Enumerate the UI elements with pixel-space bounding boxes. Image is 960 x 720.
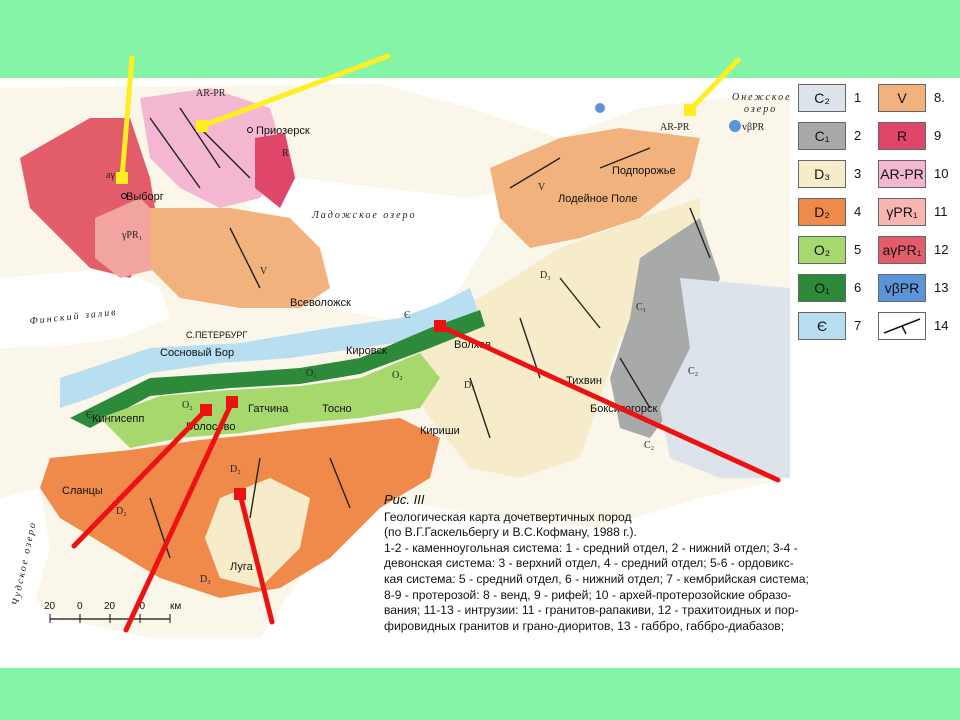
caption-line: девонская система: 3 - верхний отдел, 4 … [384, 556, 794, 571]
unit-label-c2: C₂ [644, 440, 654, 451]
place-priozersk: Приозерск [256, 125, 310, 137]
caption-line: кая система: 5 - средний отдел, 6 - нижн… [384, 571, 809, 586]
unit-label-r: R [282, 148, 289, 159]
place-lodeynoe-pole: Лодейное Поле [558, 193, 637, 205]
slide: Приозерск Выборг Подпорожье Лодейное Пол… [0, 0, 960, 720]
legend-number: 6 [854, 280, 862, 295]
legend-swatch: O₂ [798, 236, 846, 264]
legend-swatch: C₂ [798, 84, 846, 112]
geology-map-panel: Приозерск Выборг Подпорожье Лодейное Пол… [0, 78, 960, 668]
legend-number: 7 [854, 318, 862, 333]
caption-line: (по В.Г.Гаскельбергу и В.С.Кофману, 1988… [384, 525, 637, 540]
water-onega-1: Онежское [732, 92, 792, 103]
unit-label-ar-pr-short: AR-PR [660, 122, 690, 133]
unit-label-c2: C₂ [688, 366, 698, 377]
caption-line: фировидных гранитов и грано-диоритов, 13… [384, 618, 785, 633]
legend-swatch: γPR₁ [878, 198, 926, 226]
legend-number: 9 [934, 128, 942, 143]
place-vsevolozhsk: Всеволожск [290, 297, 351, 309]
legend-swatch: O₁ [798, 274, 846, 302]
unit-label-o2: O₂ [392, 370, 403, 381]
unit-label-o2: O₂ [182, 400, 193, 411]
caption-line: вания; 11-13 - интрузии: 11 - гранитов-р… [384, 603, 799, 618]
unit-label-c1: C₁ [636, 302, 646, 313]
place-volosovo: Волосово [186, 421, 235, 433]
unit-label-v: V [260, 266, 268, 277]
unit-label-v: V [538, 182, 546, 193]
place-sosnovy-bor: Сосновый Бор [160, 347, 234, 359]
unit-label-d2: D₂ [230, 464, 241, 475]
legend-swatch: aγPR₁ [878, 236, 926, 264]
unit-label-o1: O₁ [306, 368, 317, 379]
scale-bar-graphic [49, 614, 171, 623]
place-podporozhye: Подпорожье [612, 165, 676, 177]
legend-swatch: C₁ [798, 122, 846, 150]
place-kingisepp: Кингисепп [92, 413, 144, 425]
place-gatchina: Гатчина [248, 403, 289, 415]
unit-label-cambrian: Є [86, 410, 93, 421]
place-boksitogorsk: Бокситогорск [590, 403, 657, 415]
place-kirovsk: Кировск [346, 345, 387, 357]
water-onega-2: озеро [744, 104, 777, 115]
legend-swatch: D₂ [798, 198, 846, 226]
place-luga: Луга [230, 561, 254, 573]
legend-swatch: R [878, 122, 926, 150]
place-tikhvin: Тихвин [566, 375, 602, 387]
legend-number: 2 [854, 128, 862, 143]
scale-tick-label: км [170, 601, 182, 612]
legend-swatch: AR-PR [878, 160, 926, 188]
unit-label-d3: D₃ [540, 270, 551, 281]
legend-number: 10 [934, 166, 949, 181]
legend-number: 4 [854, 204, 862, 219]
unit-label-d2: D₂ [116, 506, 127, 517]
legend-number: 3 [854, 166, 862, 181]
unit-label-ayp: aγ [106, 170, 115, 181]
legend-swatch [878, 312, 926, 340]
caption-title: Рис. III [384, 492, 425, 507]
place-peterburg: С.ПЕТЕРБУРГ [186, 330, 247, 340]
caption-line: 1-2 - каменноугольная система: 1 - средн… [384, 540, 798, 555]
unit-label-ypr: γPR₁ [121, 230, 142, 241]
figure-caption: Рис. III Геологическая карта дочетвертич… [384, 492, 956, 634]
legend-number: 5 [854, 242, 862, 257]
place-tosno: Тосно [322, 403, 352, 415]
gabbro-spot [729, 120, 741, 132]
legend-number: 14 [934, 318, 949, 333]
caption-line: Геологическая карта дочетвертичных пород [384, 509, 632, 524]
scale-tick-label: 0 [77, 601, 83, 612]
unit-label-d3: D₃ [200, 574, 211, 585]
unit-label-ar-pr: AR-PR [196, 88, 226, 99]
place-volkhov: Волхов [454, 339, 491, 351]
scale-tick-label: 40 [134, 601, 146, 612]
legend-number: 11 [934, 204, 948, 219]
scale-tick-label: 20 [104, 601, 116, 612]
place-vyborg: Выборг [126, 191, 164, 203]
unit-label-d3: D₃ [464, 380, 475, 391]
legend-number: 13 [934, 280, 949, 295]
unit-label-vbpr: vβPR [742, 122, 765, 133]
place-kirishi: Кириши [420, 425, 460, 437]
legend-swatch: D₃ [798, 160, 846, 188]
gabbro-spot [595, 103, 605, 113]
place-slantsy: Сланцы [62, 485, 103, 497]
legend-number: 8. [934, 90, 945, 105]
caption-line: 8-9 - протерозой: 8 - венд, 9 - рифей; 1… [384, 587, 792, 602]
scale-tick-label: 20 [44, 601, 56, 612]
legend-swatch: V [878, 84, 926, 112]
legend-swatch: Є [798, 312, 846, 340]
legend-number: 1 [854, 90, 862, 105]
water-ladoga: Ладожское озеро [311, 210, 417, 221]
unit-label-cambrian: Є [404, 310, 411, 321]
fault-symbol-icon [883, 318, 921, 335]
legend-swatch: vβPR [878, 274, 926, 302]
scale-bar: 20 0 20 40 км [40, 601, 210, 631]
legend-number: 12 [934, 242, 949, 257]
